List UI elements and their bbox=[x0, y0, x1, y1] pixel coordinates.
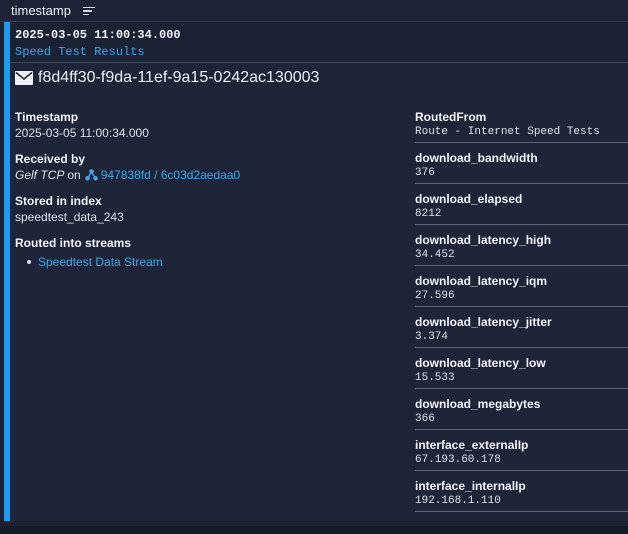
stream-link[interactable]: Speedtest Data Stream bbox=[38, 255, 163, 269]
message-row[interactable]: 2025-03-05 11:00:34.000 Speed Test Resul… bbox=[10, 22, 628, 63]
sort-lines-icon[interactable] bbox=[82, 6, 95, 16]
received-by-value: Gelf TCP on 947838fd / 6c03d2aedaa0 bbox=[15, 168, 405, 182]
field-download-megabytes[interactable]: download_megabytes 366 bbox=[415, 397, 628, 430]
field-key: download_megabytes bbox=[415, 397, 541, 411]
field-key: interface_externalIp bbox=[415, 438, 529, 452]
node-icon bbox=[84, 169, 98, 181]
field-value: 27.596 bbox=[415, 290, 455, 302]
field-value: 376 bbox=[415, 167, 435, 179]
field-key: download_latency_high bbox=[415, 233, 552, 247]
column-header-label[interactable]: timestamp bbox=[11, 3, 71, 18]
field-download-latency-low[interactable]: download_latency_low 15.533 bbox=[415, 356, 628, 389]
footer-band bbox=[0, 526, 628, 534]
timestamp-label: Timestamp bbox=[15, 110, 79, 124]
field-download-latency-iqm[interactable]: download_latency_iqm 27.596 bbox=[415, 274, 628, 307]
field-key: RoutedFrom bbox=[415, 110, 487, 124]
received-on-text: on bbox=[67, 168, 81, 182]
field-value: 8212 bbox=[415, 208, 442, 220]
field-key: download_elapsed bbox=[415, 192, 523, 206]
field-download-latency-jitter[interactable]: download_latency_jitter 3.374 bbox=[415, 315, 628, 348]
field-download-elapsed[interactable]: download_elapsed 8212 bbox=[415, 192, 628, 225]
field-value: 34.452 bbox=[415, 249, 455, 261]
field-value: 15.533 bbox=[415, 372, 455, 384]
row-timestamp: 2025-03-05 11:00:34.000 bbox=[15, 28, 181, 42]
field-value: 366 bbox=[415, 413, 435, 425]
field-key: download_latency_jitter bbox=[415, 315, 552, 329]
field-value: 192.168.1.110 bbox=[415, 495, 501, 507]
stream-list: Speedtest Data Stream bbox=[15, 255, 405, 269]
message-detail: f8d4ff30-f9da-11ef-9a15-0242ac130003 Tim… bbox=[10, 63, 628, 521]
field-key: interface_internalIp bbox=[415, 479, 526, 493]
routed-into-streams-label: Routed into streams bbox=[15, 236, 132, 250]
message-id-heading: f8d4ff30-f9da-11ef-9a15-0242ac130003 bbox=[15, 69, 319, 87]
stored-in-index-value: speedtest_data_243 bbox=[15, 210, 124, 224]
stream-item: Speedtest Data Stream bbox=[27, 255, 405, 269]
field-download-bandwidth[interactable]: download_bandwidth 376 bbox=[415, 151, 628, 184]
field-key: download_latency_low bbox=[415, 356, 546, 370]
column-header[interactable]: timestamp bbox=[0, 0, 628, 22]
bullet-icon bbox=[27, 260, 31, 264]
message-metadata: Timestamp 2025-03-05 11:00:34.000 Receiv… bbox=[15, 110, 405, 281]
field-value: Route - Internet Speed Tests bbox=[415, 126, 600, 138]
input-name: Gelf TCP bbox=[15, 168, 65, 182]
field-interface-externalip[interactable]: interface_externalIp 67.193.60.178 bbox=[415, 438, 628, 471]
field-key: download_latency_iqm bbox=[415, 274, 548, 288]
field-download-latency-high[interactable]: download_latency_high 34.452 bbox=[415, 233, 628, 266]
field-routedfrom[interactable]: RoutedFrom Route - Internet Speed Tests bbox=[415, 110, 628, 143]
field-value: 67.193.60.178 bbox=[415, 454, 501, 466]
field-value: 3.374 bbox=[415, 331, 449, 343]
stored-in-index-label: Stored in index bbox=[15, 194, 102, 208]
field-key: download_bandwidth bbox=[415, 151, 538, 165]
field-interface-internalip[interactable]: interface_internalIp 192.168.1.110 bbox=[415, 479, 628, 512]
node-link[interactable]: 947838fd / 6c03d2aedaa0 bbox=[101, 168, 240, 182]
timestamp-value: 2025-03-05 11:00:34.000 bbox=[15, 126, 149, 140]
row-message: Speed Test Results bbox=[15, 45, 145, 59]
message-fields: RoutedFrom Route - Internet Speed Tests … bbox=[415, 110, 628, 520]
envelope-icon bbox=[15, 71, 33, 85]
received-by-label: Received by bbox=[15, 152, 86, 166]
message-id: f8d4ff30-f9da-11ef-9a15-0242ac130003 bbox=[38, 69, 320, 86]
